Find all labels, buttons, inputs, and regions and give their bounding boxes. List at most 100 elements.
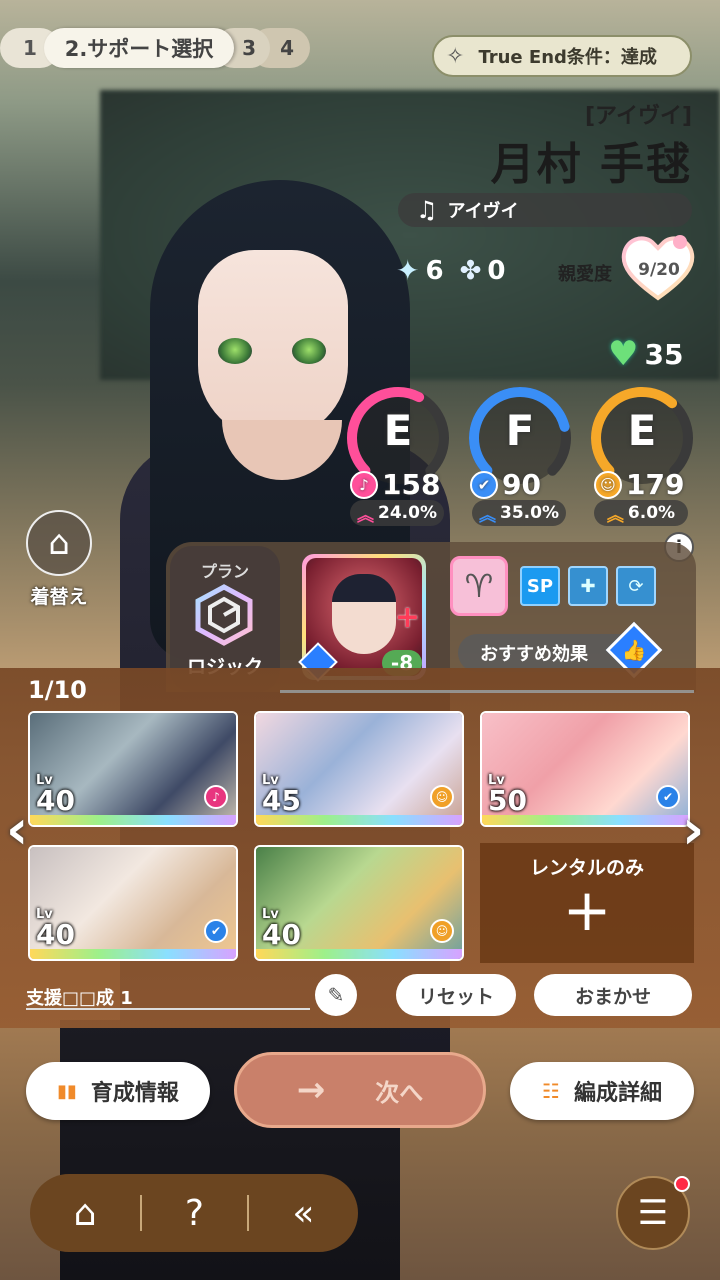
support-card[interactable]: Lv 40 ✔ [28,845,238,961]
help-icon[interactable]: ? [185,1193,204,1234]
stat-bonus-value: 6.0% [627,503,676,523]
true-end-label: True End条件：達成 [478,47,657,68]
visual-type-icon: ☺ [430,785,454,809]
training-info-button[interactable]: ▮▮ 育成情報 [26,1062,210,1120]
notification-badge [674,1176,690,1192]
vocal-type-icon: ♪ [204,785,228,809]
clover-count: 0 [487,255,506,286]
chevron-up-icon: ︽ [606,505,624,526]
skill-card-plus-icon[interactable]: ✚ [568,566,608,606]
support-card[interactable]: Lv 40 ♪ [28,711,238,827]
heart-stamina-icon: ♥ [608,334,639,374]
auto-select-button[interactable]: おまかせ [534,974,692,1016]
stat-bonus: ︽ 24.0% [350,500,444,526]
level-value: 40 [36,918,75,951]
sparkle-icon: ✧ [446,43,465,69]
support-card[interactable]: Lv 50 ✔ [480,711,690,827]
produce-idol-card[interactable]: + -8 [298,554,426,682]
music-note-icon: ♫ [416,196,438,224]
training-info-label: 育成情報 [90,1081,179,1106]
dance-shoe-icon: ✔ [470,470,498,499]
stat-value-row: ☺ 179 [594,468,684,501]
sparkle-count: 6 [425,255,444,286]
divider [280,690,694,693]
song-title: アイヴイ [447,201,519,222]
resource-counts: ✦ 6 ✤ 0 [396,254,505,287]
support-card[interactable]: Lv 45 ☺ [254,711,464,827]
stat-grade: E [627,406,657,455]
memory-jacket-icon[interactable]: ♈ [450,556,508,616]
recommended-effect-label: おすすめ効果 [480,644,588,665]
sp-skill-icon[interactable]: SP [520,566,560,606]
support-card[interactable]: Lv 40 ☺ [254,845,464,961]
affection-value: 9/20 [638,260,680,280]
divider [247,1195,250,1231]
support-count: 1/10 [28,676,87,704]
stat-value: 179 [626,468,685,501]
support-card-level: Lv 40 [36,774,75,815]
stat-value-row: ✔ 90 [470,468,541,501]
list-icon: ☷ [542,1079,560,1103]
dance-type-icon: ✔ [656,785,680,809]
true-end-condition-button[interactable]: ✧ True End条件：達成 [432,35,692,77]
deck-name-underline [26,1008,310,1010]
formation-detail-button[interactable]: ☷ 編成詳細 [510,1062,694,1120]
support-card-level: Lv 40 [262,908,301,949]
produce-card-portrait [332,574,396,654]
support-card-level: Lv 40 [36,908,75,949]
prev-arrow-icon[interactable]: ‹ [6,798,28,861]
character-eye-right [292,338,326,364]
character-unit: [アイヴイ] [584,104,692,129]
rental-slot-button[interactable]: レンタルのみ + [480,843,694,963]
stat-bonus-value: 35.0% [500,503,559,523]
sparkle-icon: ✦ [396,254,420,287]
character-name: 月村 手毬 [490,139,692,190]
level-value: 50 [488,784,527,817]
stamina-value: 35 [644,337,684,371]
level-value: 40 [262,918,301,951]
back-icon[interactable]: « [292,1193,314,1234]
reset-button[interactable]: リセット [396,974,516,1016]
next-arrow-icon[interactable]: › [682,798,704,861]
vocal-mic-icon: ♪ [350,470,378,499]
plus-icon: + [394,600,420,635]
level-value: 45 [262,784,301,817]
step-2-current: 2.サポート選択 [44,28,234,68]
chevron-up-icon: ︽ [479,505,496,526]
arrow-right-icon: → [296,1070,326,1110]
next-label: 次へ [375,1078,424,1107]
chevron-up-icon: ︽ [357,505,374,526]
divider [139,1195,142,1231]
stat-value: 90 [502,468,541,501]
stamina: ♥ 35 [608,334,683,374]
home-icon[interactable]: ⌂ [74,1193,97,1234]
stat-bonus-value: 24.0% [378,503,437,523]
stat-grade: F [505,406,535,455]
bar-chart-icon: ▮▮ [57,1080,77,1102]
stat-bonus: ︽ 6.0% [594,500,688,526]
next-button[interactable]: → 次へ [234,1052,486,1128]
character-eye-left [218,338,252,364]
plus-icon: + [562,876,612,944]
plan-title: プラン [200,562,249,581]
deck-name: 支援□□成 1 [26,988,133,1009]
stat-grade: E [383,406,413,455]
visual-type-icon: ☺ [430,919,454,943]
formation-detail-label: 編成詳細 [573,1081,662,1106]
affection-label: 親愛度 [558,264,612,285]
bottom-nav: ⌂ ? « [30,1174,358,1252]
hanger-icon: ⌂ [26,510,92,576]
stat-value-row: ♪ 158 [350,468,440,501]
dance-type-icon: ✔ [204,919,228,943]
logic-plan-icon [195,584,253,646]
change-outfit-label: 着替え [30,586,88,608]
song-badge: ♫ アイヴイ [398,193,692,227]
edit-pencil-icon[interactable]: ✎ [315,974,357,1016]
support-card-level: Lv 50 [488,774,527,815]
change-outfit-button[interactable]: ⌂ 着替え [24,510,94,608]
clover-icon: ✤ [459,255,482,286]
support-card-level: Lv 45 [262,774,301,815]
stat-value: 158 [382,468,441,501]
skill-card-upgrade-icon[interactable]: ⟳ [616,566,656,606]
level-value: 40 [36,784,75,817]
